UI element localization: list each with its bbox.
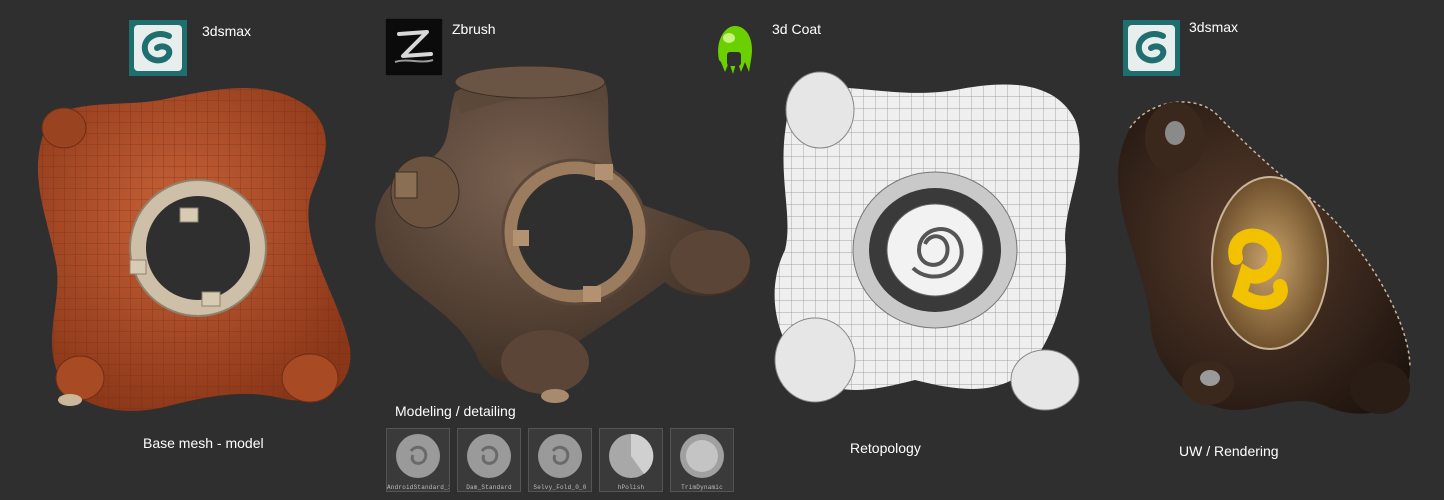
retopology-render: [774, 71, 1080, 411]
brush-label: TrimDynamic: [681, 484, 723, 491]
brush-thumbnail[interactable]: AndroidStandard_1: [386, 428, 450, 492]
brush-thumbnail[interactable]: Dam_Standard: [457, 428, 521, 492]
brush-label: hPolish: [617, 484, 645, 491]
brush-label: AndroidStandard_1: [387, 484, 449, 491]
3dsmax-logo-icon: [1123, 20, 1180, 76]
brush-palette: AndroidStandard_1 Dam_Standard Selvy_Fol…: [386, 428, 734, 492]
brush-thumbnail[interactable]: TrimDynamic: [670, 428, 734, 492]
sculpt-render: [375, 65, 750, 403]
app-label-3dsmax-render: 3dsmax: [1189, 19, 1239, 35]
caption-modeling: Modeling / detailing: [395, 403, 516, 419]
brush-thumbnail[interactable]: Selvy_Fold_0_0: [528, 428, 592, 492]
app-label-3dsmax: 3dsmax: [202, 23, 252, 39]
brush-label: Dam_Standard: [466, 484, 512, 491]
caption-retopology: Retopology: [850, 440, 921, 456]
app-label-3dcoat: 3d Coat: [772, 21, 822, 37]
brush-label: Selvy_Fold_0_0: [533, 484, 587, 491]
brush-thumbnail[interactable]: hPolish: [599, 428, 663, 492]
app-label-zbrush: Zbrush: [452, 21, 496, 37]
3dsmax-logo-icon: [129, 20, 187, 76]
final-render: [1118, 101, 1411, 414]
caption-base-mesh: Base mesh - model: [143, 435, 264, 451]
base-mesh-render: [37, 88, 351, 411]
workflow-stage: 3dsmax Base mesh - model Zbrush Modeling…: [0, 0, 1444, 500]
caption-rendering: UW / Rendering: [1179, 443, 1279, 459]
